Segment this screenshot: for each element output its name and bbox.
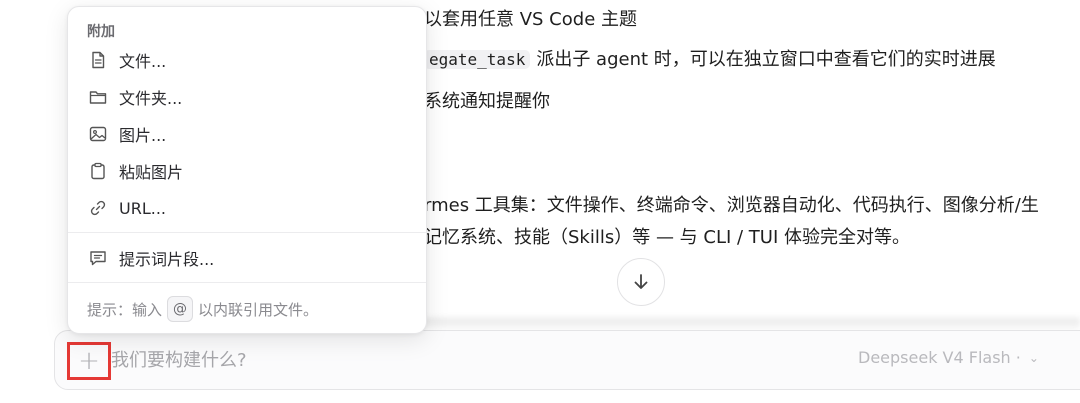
chat-line-text: 派出子 agent 时，可以在独立窗口中查看它们的实时进展 <box>536 49 996 70</box>
file-icon <box>88 50 108 70</box>
snippet-icon <box>88 248 108 268</box>
chat-line: egate_task 派出子 agent 时，可以在独立窗口中查看它们的实时进展 <box>424 48 996 72</box>
chat-line: 系统通知提醒你 <box>424 91 550 112</box>
hint-prefix: 提示：输入 <box>87 300 163 319</box>
menu-item-label: URL... <box>119 198 166 218</box>
menu-item-label: 粘贴图片 <box>119 163 184 182</box>
menu-item-label: 文件... <box>119 52 167 71</box>
hint-suffix: 以内联引用文件。 <box>198 300 319 319</box>
model-name: Deepseek V4 Flash · <box>858 348 1021 367</box>
chat-line: 记忆系统、技能（Skills）等 — 与 CLI / TUI 体验完全对等。 <box>424 227 911 248</box>
menu-hint: 提示：输入 @ 以内联引用文件。 <box>87 296 318 322</box>
chat-line: rmes 工具集：文件操作、终端命令、浏览器自动化、代码执行、图像分析/生 <box>424 195 1039 216</box>
menu-divider <box>68 282 426 283</box>
menu-heading: 附加 <box>87 24 115 40</box>
plus-icon: + <box>78 346 100 376</box>
inline-code: egate_task <box>424 50 531 69</box>
link-icon <box>88 198 108 218</box>
chevron-down-icon: ⌄ <box>1028 350 1039 365</box>
menu-item-url[interactable]: URL... <box>76 190 420 226</box>
menu-item-file[interactable]: 文件... <box>76 42 420 78</box>
model-selector[interactable]: Deepseek V4 Flash · ⌄ <box>858 348 1039 367</box>
image-icon <box>88 124 108 144</box>
menu-item-label: 图片... <box>119 126 167 145</box>
menu-item-folder[interactable]: 文件夹... <box>76 79 420 115</box>
attach-menu: 附加 文件... 文件夹... 图片... 粘贴图片 URL... 提示词片段.… <box>67 6 427 334</box>
menu-item-label: 文件夹... <box>119 89 183 108</box>
add-attachment-button[interactable]: + <box>67 342 111 380</box>
clipboard-icon <box>88 161 108 181</box>
menu-item-paste-image[interactable]: 粘贴图片 <box>76 153 420 189</box>
menu-item-prompt-snippet[interactable]: 提示词片段... <box>76 240 420 276</box>
prompt-input[interactable] <box>111 346 711 374</box>
at-key-badge: @ <box>167 296 194 322</box>
chat-line: 以套用任意 VS Code 主题 <box>424 9 637 30</box>
app-window: 以套用任意 VS Code 主题 egate_task 派出子 agent 时，可… <box>0 0 1080 403</box>
menu-divider <box>68 232 426 233</box>
menu-item-label: 提示词片段... <box>119 250 215 269</box>
folder-icon <box>88 87 108 107</box>
arrow-down-icon <box>634 274 648 289</box>
menu-item-image[interactable]: 图片... <box>76 116 420 152</box>
scroll-to-bottom-button[interactable] <box>617 258 665 306</box>
